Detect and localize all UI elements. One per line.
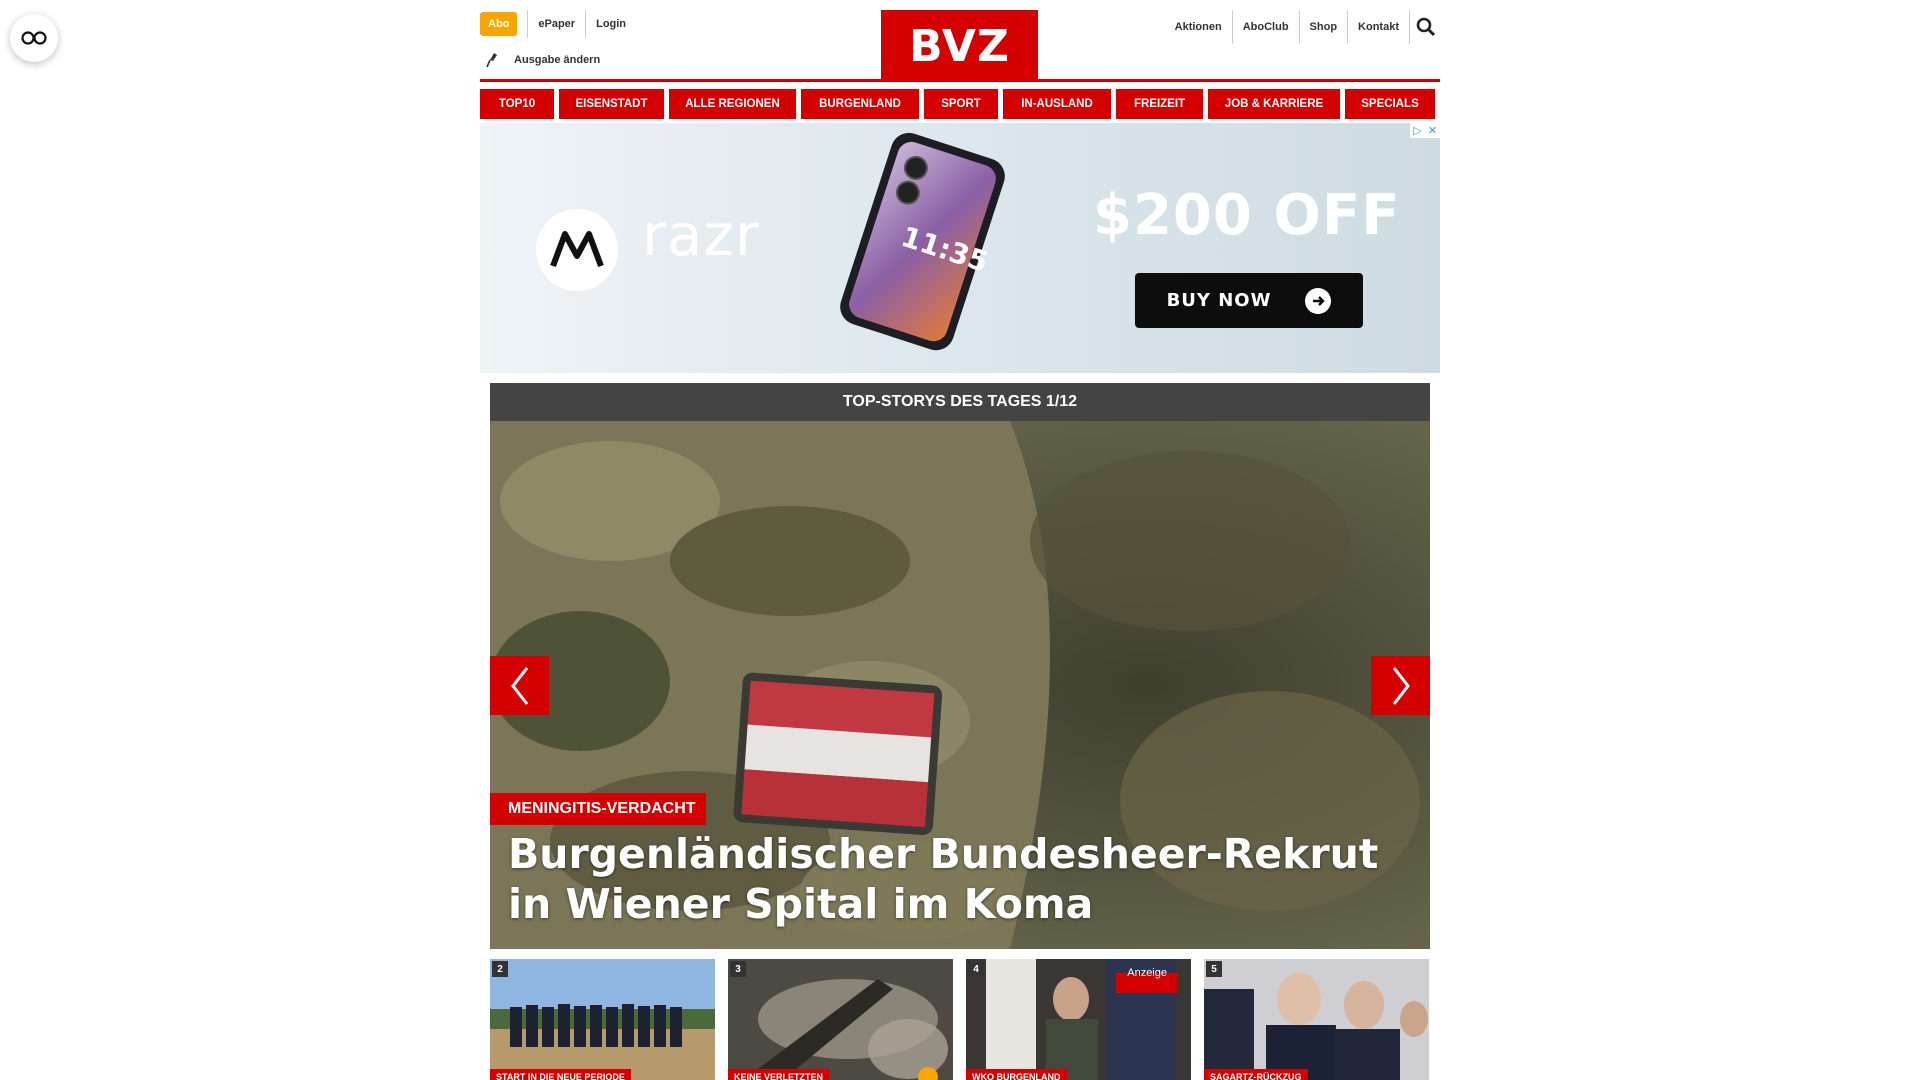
thumb-image (1204, 959, 1429, 1080)
chevron-left-icon (510, 666, 528, 705)
logo-text: BVZ (909, 20, 1010, 72)
buy-now-label: BUY NOW (1166, 290, 1272, 311)
ad-brand: razr (642, 201, 760, 269)
thumb-number: 4 (968, 961, 984, 977)
story-thumbnails: 2 START IN DIE NEUE PERIODE 3 KEINE VERL… (490, 959, 1430, 1080)
nav-item-top10[interactable]: TOP10 (480, 89, 554, 119)
top-stories-title: TOP-STORYS DES TAGES 1/12 (490, 383, 1430, 421)
slider-next-button[interactable] (1371, 656, 1430, 715)
hero-story[interactable]: MENINGITIS-VERDACHT Burgenländischer Bun… (490, 421, 1430, 949)
advertisement-banner[interactable]: ▷ ✕ razr 11:35 $200 OFF BUY NOW (480, 123, 1440, 373)
nav-item-freizeit[interactable]: FREIZEIT (1116, 89, 1203, 119)
shop-link[interactable]: Shop (1300, 10, 1349, 44)
change-edition-link[interactable]: Ausgabe ändern (484, 52, 600, 68)
search-icon (1416, 17, 1436, 37)
top-stories: TOP-STORYS DES TAGES 1/12 MENINGITIS-VER… (490, 383, 1430, 1080)
aboclub-link[interactable]: AboClub (1233, 10, 1300, 44)
nav-item-burgenland[interactable]: BURGENLAND (801, 89, 919, 119)
thumb-image (728, 959, 953, 1080)
chevron-right-icon (1392, 666, 1410, 705)
change-edition-label: Ausgabe ändern (514, 54, 601, 66)
thumb-number: 3 (730, 961, 746, 977)
kontakt-link[interactable]: Kontakt (1348, 10, 1410, 44)
hero-kicker: MENINGITIS-VERDACHT (490, 793, 706, 825)
ad-badge: Anzeige (1127, 967, 1167, 979)
phone-image: 11:35 (840, 132, 1005, 351)
thumb-kicker: START IN DIE NEUE PERIODE (490, 1069, 631, 1080)
hero-headline[interactable]: Burgenländischer Bundesheer-Rekrut in Wi… (508, 829, 1408, 929)
ad-choices[interactable]: ▷ ✕ (1410, 123, 1440, 138)
main-nav: TOP10 EISENSTADT ALLE REGIONEN BURGENLAN… (480, 89, 1440, 119)
ad-close-icon[interactable]: ✕ (1425, 123, 1440, 138)
thumb-kicker: KEINE VERLETZTEN (728, 1069, 830, 1080)
site-logo[interactable]: BVZ (881, 10, 1038, 82)
nav-item-in-ausland[interactable]: IN-AUSLAND (1003, 89, 1111, 119)
thumb-image (490, 959, 715, 1080)
nav-item-specials[interactable]: SPECIALS (1345, 89, 1435, 119)
buy-now-button[interactable]: BUY NOW (1135, 273, 1363, 328)
story-thumb[interactable]: 3 KEINE VERLETZTEN (728, 959, 953, 1080)
thumb-number: 5 (1206, 961, 1222, 977)
login-link[interactable]: Login (586, 10, 636, 38)
page-container: Abo ePaper Login Ausgabe ändern BVZ Akti… (480, 0, 1440, 1080)
abo-button[interactable]: Abo (480, 12, 518, 36)
adchoices-icon[interactable]: ▷ (1410, 123, 1425, 138)
nav-item-eisenstadt[interactable]: EISENSTADT (559, 89, 664, 119)
glasses-icon (21, 31, 47, 45)
nav-item-sport[interactable]: SPORT (924, 89, 998, 119)
thumb-kicker: SAGARTZ-RÜCKZUG (1204, 1069, 1308, 1080)
story-thumb[interactable]: 4 Anzeige WKO BURGENLAND (966, 959, 1191, 1080)
map-pin-icon (486, 53, 497, 68)
thumb-number: 2 (492, 961, 508, 977)
slider-prev-button[interactable] (490, 656, 549, 715)
top-right-links: Aktionen AboClub Shop Kontakt (1165, 10, 1440, 44)
story-thumb[interactable]: 2 START IN DIE NEUE PERIODE (490, 959, 715, 1080)
thumb-kicker: WKO BURGENLAND (966, 1069, 1067, 1080)
ad-offer: $200 OFF (1093, 183, 1401, 248)
site-header: Abo ePaper Login Ausgabe ändern BVZ Akti… (480, 0, 1440, 82)
motorola-logo (536, 209, 618, 291)
aktionen-link[interactable]: Aktionen (1165, 10, 1233, 44)
story-thumb[interactable]: 5 SAGARTZ-RÜCKZUG (1204, 959, 1429, 1080)
nav-item-job-karriere[interactable]: JOB & KARRIERE (1208, 89, 1340, 119)
reader-mode-button[interactable] (10, 14, 58, 62)
top-left-links: Abo ePaper Login (480, 10, 636, 38)
motorola-m-icon (550, 231, 604, 268)
epaper-link[interactable]: ePaper (527, 10, 587, 38)
nav-item-alle-regionen[interactable]: ALLE REGIONEN (669, 89, 796, 119)
search-button[interactable] (1412, 10, 1440, 44)
arrow-right-icon (1305, 287, 1332, 314)
